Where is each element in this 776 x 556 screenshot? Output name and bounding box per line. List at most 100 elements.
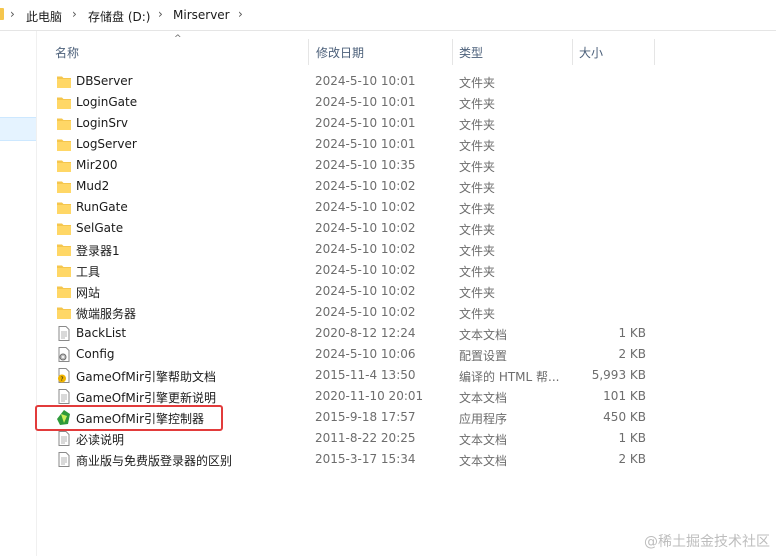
file-row[interactable]: 网站 2024-5-10 10:02 文件夹 <box>37 281 776 302</box>
file-type: 文件夹 <box>459 244 496 258</box>
column-divider[interactable] <box>572 39 573 65</box>
column-header-size[interactable]: 大小 <box>579 44 603 61</box>
file-row[interactable]: 工具 2024-5-10 10:02 文件夹 <box>37 260 776 281</box>
file-type: 文件夹 <box>459 286 496 300</box>
file-name: 网站 <box>76 286 101 300</box>
file-modified-date: 2020-11-10 20:01 <box>315 389 424 403</box>
file-row[interactable]: Mir200 2024-5-10 10:35 文件夹 <box>37 155 776 176</box>
watermark: @稀土掘金技术社区 <box>644 534 770 550</box>
file-name: 必读说明 <box>76 433 125 447</box>
file-row[interactable]: 必读说明 2011-8-22 20:25 文本文档 1 KB <box>37 428 776 449</box>
folder-icon <box>56 157 72 174</box>
file-name: GameOfMir引擎帮助文档 <box>76 370 217 384</box>
file-type: 文本文档 <box>459 328 508 342</box>
file-modified-date: 2024-5-10 10:02 <box>315 179 416 193</box>
file-size: 450 KB <box>603 410 646 424</box>
breadcrumb-drive[interactable]: 存储盘 (D:) <box>88 8 150 25</box>
file-modified-date: 2024-5-10 10:01 <box>315 74 416 88</box>
column-header-date[interactable]: 修改日期 <box>316 44 364 61</box>
folder-icon <box>56 178 72 195</box>
file-type: 配置设置 <box>459 349 508 363</box>
file-name: Config <box>76 347 115 361</box>
column-divider[interactable] <box>308 39 309 65</box>
file-type: 文件夹 <box>459 307 496 321</box>
file-name: 工具 <box>76 265 101 279</box>
breadcrumb-mirserver[interactable]: Mirserver <box>173 8 230 22</box>
file-row[interactable]: RunGate 2024-5-10 10:02 文件夹 <box>37 197 776 218</box>
file-name: RunGate <box>76 200 128 214</box>
folder-icon <box>56 73 72 90</box>
file-name: 商业版与免费版登录器的区别 <box>76 454 233 468</box>
file-type: 编译的 HTML 帮... <box>459 370 560 384</box>
file-size: 101 KB <box>603 389 646 403</box>
text-document-icon <box>56 430 72 447</box>
help-document-icon: ? <box>56 367 72 384</box>
folder-icon <box>56 199 72 216</box>
file-type: 文件夹 <box>459 118 496 132</box>
column-header: 名称 修改日期 类型 大小 <box>37 31 776 67</box>
chevron-right-icon[interactable]: › <box>72 7 77 21</box>
folder-icon <box>56 283 72 300</box>
file-modified-date: 2020-8-12 12:24 <box>315 326 416 340</box>
file-modified-date: 2024-5-10 10:01 <box>315 137 416 151</box>
file-row[interactable]: SelGate 2024-5-10 10:02 文件夹 <box>37 218 776 239</box>
chevron-right-icon[interactable]: › <box>238 7 243 21</box>
svg-text:?: ? <box>60 376 63 383</box>
folder-icon <box>56 136 72 153</box>
text-document-icon <box>56 451 72 468</box>
file-row[interactable]: 登录器1 2024-5-10 10:02 文件夹 <box>37 239 776 260</box>
file-row[interactable]: Config 2024-5-10 10:06 配置设置 2 KB <box>37 344 776 365</box>
column-divider[interactable] <box>452 39 453 65</box>
file-modified-date: 2024-5-10 10:02 <box>315 284 416 298</box>
file-type: 文本文档 <box>459 391 508 405</box>
file-row[interactable]: ? GameOfMir引擎帮助文档 2015-11-4 13:50 编译的 HTML … <box>37 365 776 386</box>
text-document-icon <box>56 325 72 342</box>
file-modified-date: 2024-5-10 10:35 <box>315 158 416 172</box>
chevron-right-icon[interactable]: › <box>158 7 163 21</box>
column-header-name[interactable]: 名称 <box>55 44 79 61</box>
column-header-type[interactable]: 类型 <box>459 44 483 61</box>
breadcrumb-this-pc[interactable]: 此电脑 <box>26 8 62 25</box>
file-modified-date: 2024-5-10 10:02 <box>315 200 416 214</box>
file-name: 微端服务器 <box>76 307 137 321</box>
file-row[interactable]: BackList 2020-8-12 12:24 文本文档 1 KB <box>37 323 776 344</box>
file-row[interactable]: 微端服务器 2024-5-10 10:02 文件夹 <box>37 302 776 323</box>
column-divider[interactable] <box>654 39 655 65</box>
file-modified-date: 2015-9-18 17:57 <box>315 410 416 424</box>
file-size: 1 KB <box>618 326 646 340</box>
file-row[interactable]: LoginGate 2024-5-10 10:01 文件夹 <box>37 92 776 113</box>
file-name: DBServer <box>76 74 133 88</box>
file-modified-date: 2024-5-10 10:01 <box>315 95 416 109</box>
file-name: LogServer <box>76 137 137 151</box>
file-row[interactable]: 商业版与免费版登录器的区别 2015-3-17 15:34 文本文档 2 KB <box>37 449 776 470</box>
file-size: 2 KB <box>618 347 646 361</box>
annotation-highlight-box <box>35 405 223 431</box>
file-row[interactable]: DBServer 2024-5-10 10:01 文件夹 <box>37 71 776 92</box>
file-modified-date: 2024-5-10 10:02 <box>315 263 416 277</box>
folder-icon <box>56 115 72 132</box>
file-type: 文本文档 <box>459 433 508 447</box>
file-row[interactable]: Mud2 2024-5-10 10:02 文件夹 <box>37 176 776 197</box>
file-type: 文件夹 <box>459 202 496 216</box>
file-name: SelGate <box>76 221 124 235</box>
file-name: LoginGate <box>76 95 138 109</box>
navigation-selected-item[interactable] <box>0 117 36 141</box>
navigation-pane[interactable] <box>0 31 37 556</box>
file-type: 文件夹 <box>459 76 496 90</box>
text-document-icon <box>56 388 72 405</box>
file-size: 1 KB <box>618 431 646 445</box>
file-name: Mud2 <box>76 179 110 193</box>
file-size: 5,993 KB <box>591 368 646 382</box>
folder-icon <box>56 220 72 237</box>
file-modified-date: 2024-5-10 10:02 <box>315 221 416 235</box>
file-row[interactable]: LoginSrv 2024-5-10 10:01 文件夹 <box>37 113 776 134</box>
file-row[interactable]: LogServer 2024-5-10 10:01 文件夹 <box>37 134 776 155</box>
file-modified-date: 2024-5-10 10:02 <box>315 242 416 256</box>
file-name: 登录器1 <box>76 244 120 258</box>
address-bar[interactable]: › 此电脑 › 存储盘 (D:) › Mirserver › <box>0 0 776 31</box>
folder-icon <box>56 241 72 258</box>
file-name: GameOfMir引擎更新说明 <box>76 391 217 405</box>
sort-ascending-icon: ^ <box>174 34 182 44</box>
file-modified-date: 2015-11-4 13:50 <box>315 368 416 382</box>
file-row[interactable]: GameOfMir引擎更新说明 2020-11-10 20:01 文本文档 101 K… <box>37 386 776 407</box>
